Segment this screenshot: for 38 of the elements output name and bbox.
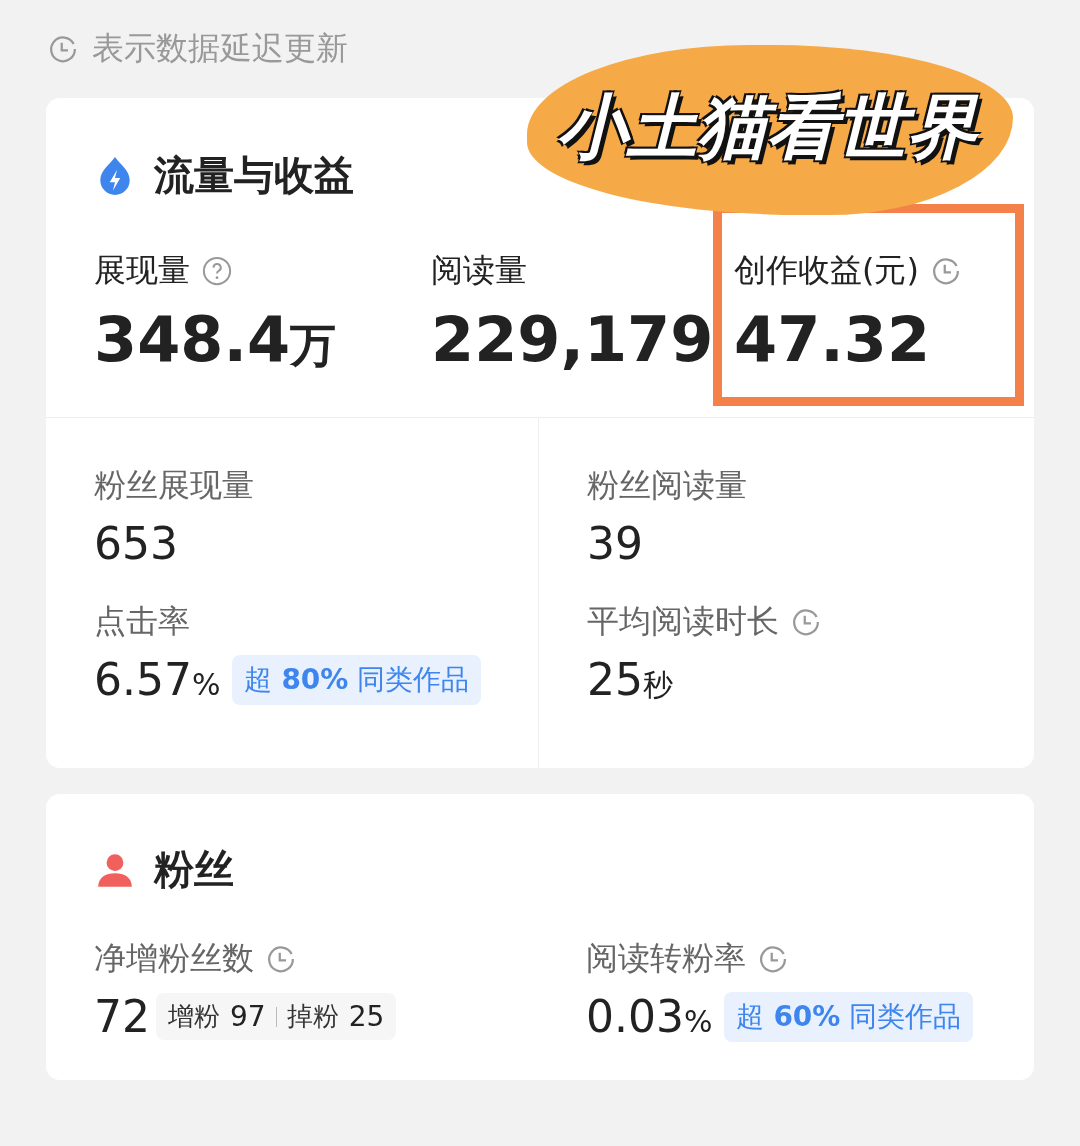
- metric-label: 粉丝阅读量: [587, 465, 747, 506]
- clock-icon: [758, 944, 788, 974]
- metric-value: 25: [587, 654, 643, 705]
- metric-label: 展现量: [94, 250, 190, 291]
- help-icon[interactable]: [202, 256, 232, 286]
- comparison-tag: 超 60% 同类作品: [724, 991, 974, 1042]
- metric-unit: 万: [290, 317, 337, 374]
- section-title: 粉丝: [154, 845, 234, 894]
- metric-label: 阅读量: [431, 250, 527, 291]
- clock-icon: [266, 944, 296, 974]
- metric-label: 阅读转粉率: [586, 938, 746, 979]
- metric-unit: %: [191, 667, 221, 702]
- clock-icon: [48, 34, 78, 64]
- metric-label: 点击率: [94, 601, 190, 642]
- overlay-caption: 小土猫看世界: [527, 45, 1013, 215]
- metric-value: 348.4: [94, 303, 291, 376]
- clock-icon: [930, 256, 961, 286]
- comparison-tag: 超 80% 同类作品: [232, 654, 482, 705]
- clock-icon: [791, 607, 821, 637]
- metric-value: 72: [94, 991, 150, 1042]
- breakdown-label: 掉粉: [286, 1000, 339, 1033]
- metric-value: 653: [94, 518, 178, 569]
- metric-label: 创作收益(元): [734, 250, 919, 291]
- metric-value: 47.32: [734, 303, 931, 376]
- metric-value: 39: [587, 518, 643, 569]
- section-title: 流量与收益: [154, 151, 354, 200]
- notice-text: 表示数据延迟更新: [92, 28, 348, 69]
- metric-label: 净增粉丝数: [94, 938, 254, 979]
- metric-label: 平均阅读时长: [587, 601, 779, 642]
- breakdown-value: 97: [230, 1000, 266, 1033]
- metric-value: 0.03: [586, 991, 684, 1042]
- metric-unit: 秒: [643, 667, 673, 704]
- metric-value: 6.57: [94, 654, 192, 705]
- metric-unit: %: [683, 1004, 713, 1039]
- breakdown-label: 增粉: [168, 1000, 220, 1033]
- metric-label: 粉丝展现量: [94, 465, 254, 506]
- breakdown-value: 25: [348, 1000, 385, 1033]
- metric-value: 229,179: [431, 303, 714, 376]
